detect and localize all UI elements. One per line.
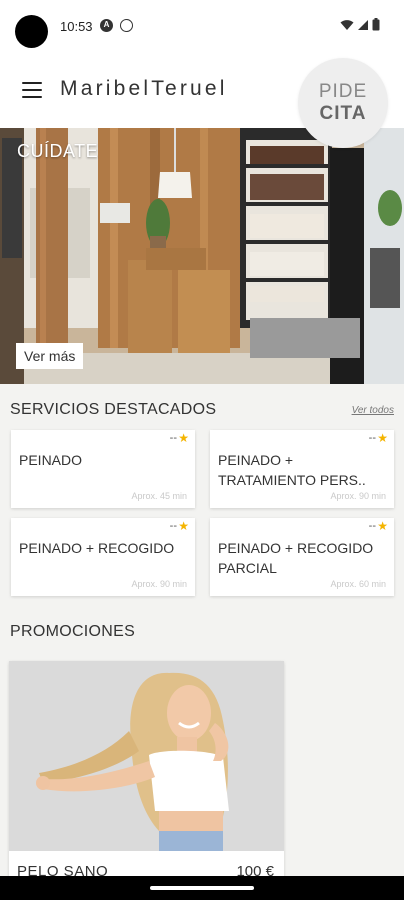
service-card[interactable]: -- ★ PEINADO + RECOGIDO Aprox. 90 min <box>11 518 195 596</box>
service-name: PEINADO <box>19 452 83 468</box>
service-duration: Aprox. 90 min <box>131 579 187 589</box>
service-rating: -- <box>368 520 376 532</box>
hero-banner[interactable]: CUÍDATE Ver más <box>0 128 404 384</box>
see-more-button[interactable]: Ver más <box>16 343 84 369</box>
system-nav-bar <box>0 876 404 900</box>
see-all-link[interactable]: Ver todos <box>352 405 394 416</box>
signal-icon <box>358 19 368 30</box>
promotion-name: PELO SANO <box>17 863 109 876</box>
service-rating: -- <box>169 520 177 532</box>
star-icon: ★ <box>178 519 189 533</box>
brand-title: MaribelTeruel <box>60 77 228 100</box>
service-card[interactable]: -- ★ PEINADO + RECOGIDO PARCIAL Aprox. 6… <box>210 518 394 596</box>
service-name: PEINADO + RECOGIDO PARCIAL <box>218 540 374 576</box>
service-rating: -- <box>368 432 376 444</box>
service-duration: Aprox. 45 min <box>131 491 187 501</box>
service-name: PEINADO + RECOGIDO <box>19 540 175 556</box>
service-card[interactable]: -- ★ PEINADO + TRATAMIENTO PERS.. Aprox.… <box>210 430 394 508</box>
service-duration: Aprox. 60 min <box>330 579 386 589</box>
menu-icon[interactable] <box>22 82 42 98</box>
featured-services-title: SERVICIOS DESTACADOS <box>10 401 217 418</box>
app-bar: MaribelTeruel PIDE CITA <box>0 56 404 148</box>
wifi-icon <box>340 19 354 30</box>
home-gesture-handle[interactable] <box>150 886 254 890</box>
status-bar: 10:53 A <box>0 0 404 56</box>
star-icon: ★ <box>377 519 388 533</box>
service-card[interactable]: -- ★ PEINADO Aprox. 45 min <box>11 430 195 508</box>
promotion-card[interactable]: PELO SANO 100 € <box>9 661 284 876</box>
star-icon: ★ <box>377 431 388 445</box>
promotions-title: PROMOCIONES <box>10 623 136 640</box>
cta-label-line1: PIDE <box>318 81 368 102</box>
book-appointment-button[interactable]: PIDE CITA <box>298 58 388 148</box>
content-area: SERVICIOS DESTACADOS Ver todos -- ★ PEIN… <box>0 384 404 876</box>
promotion-image <box>9 661 284 851</box>
hero-title: CUÍDATE <box>17 141 99 161</box>
promotion-price: 100 € <box>236 863 274 876</box>
service-duration: Aprox. 90 min <box>330 491 386 501</box>
status-dnd-icon <box>120 19 133 32</box>
service-name: PEINADO + TRATAMIENTO PERS.. <box>218 452 366 488</box>
status-app-icon: A <box>100 19 113 32</box>
cta-label-line2: CITA <box>319 103 367 124</box>
battery-icon <box>372 18 380 31</box>
star-icon: ★ <box>178 431 189 445</box>
service-rating: -- <box>169 432 177 444</box>
camera-cutout <box>15 15 48 48</box>
system-indicators <box>340 18 380 31</box>
status-time: 10:53 <box>60 19 93 34</box>
